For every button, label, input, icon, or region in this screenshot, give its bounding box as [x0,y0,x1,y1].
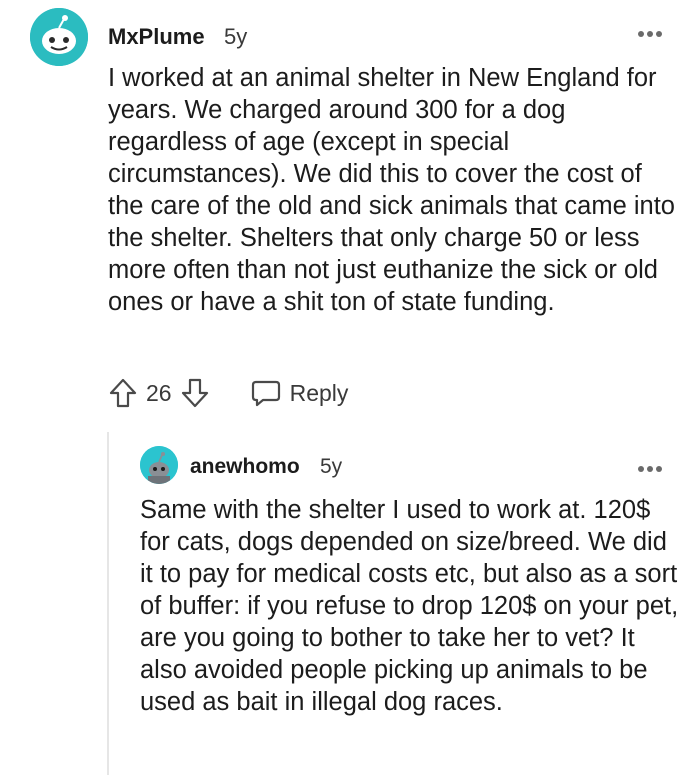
reply-label: Reply [289,379,349,406]
reply-age: 5y [320,455,343,478]
more-dots-icon[interactable] [638,24,666,37]
arrow-down-icon[interactable] [180,377,210,409]
thread-line[interactable] [107,432,109,775]
snoo-avatar-icon [30,8,88,66]
comment-age: 5y [224,24,248,49]
reply-avatar[interactable] [140,446,178,484]
avatar[interactable] [30,8,88,66]
vote-score: 26 [146,379,172,406]
more-dots-icon[interactable] [638,459,666,472]
arrow-up-icon[interactable] [108,377,138,409]
comment-body: I worked at an animal shelter in New Eng… [108,64,675,316]
speech-bubble-icon [251,380,280,407]
reply-author[interactable]: anewhomo [190,455,300,479]
comment-author[interactable]: MxPlume [108,24,205,50]
reply-button[interactable]: Reply [250,377,349,409]
comment-actions: 26 Reply [108,375,348,411]
reply-body: Same with the shelter I used to work at.… [140,496,679,716]
snoo-avatar-icon [140,446,178,484]
